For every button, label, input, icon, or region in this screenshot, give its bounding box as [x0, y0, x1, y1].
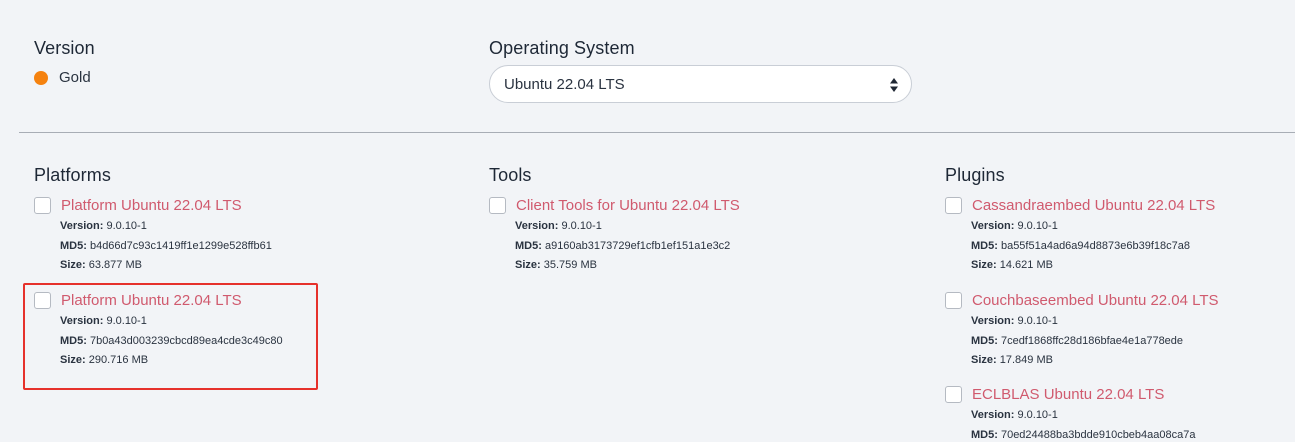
status-dot-icon: [34, 70, 48, 85]
package-title-link[interactable]: Cassandraembed Ubuntu 22.04 LTS: [972, 197, 1215, 214]
package-md5: MD5: b4d66d7c93c1419ff1e1299e528ffb61: [60, 239, 272, 252]
package-checkbox[interactable]: [489, 196, 506, 214]
downloads-page: Version Gold Operating System Ubuntu 22.…: [0, 0, 1295, 442]
package-title-link[interactable]: ECLBLAS Ubuntu 22.04 LTS: [972, 386, 1164, 403]
plugins-heading: Plugins: [945, 165, 1005, 185]
package-version: Version: 9.0.10-1: [971, 409, 1058, 421]
package-version: Version: 9.0.10-1: [971, 220, 1058, 232]
package-md5: MD5: 70ed24488ba3bdde910cbeb4aa08ca7a: [971, 428, 1196, 441]
package-md5: MD5: a9160ab3173729ef1cfb1ef151a1e3c2: [515, 239, 731, 252]
plugin-package: Couchbaseembed Ubuntu 22.04 LTS Version:…: [945, 290, 1219, 371]
os-selected-value: Ubuntu 22.04 LTS: [504, 75, 625, 93]
package-md5: MD5: 7cedf1868ffc28d186bfae4e1a778ede: [971, 334, 1184, 347]
version-heading: Version: [34, 38, 95, 58]
package-version: Version: 9.0.10-1: [515, 220, 602, 232]
package-title-link[interactable]: Platform Ubuntu 22.04 LTS: [61, 197, 242, 214]
package-title-link[interactable]: Client Tools for Ubuntu 22.04 LTS: [516, 197, 740, 214]
sort-arrows-icon: [890, 78, 898, 92]
package-title-link[interactable]: Couchbaseembed Ubuntu 22.04 LTS: [972, 292, 1219, 309]
package-version: Version: 9.0.10-1: [971, 315, 1058, 327]
section-divider: [19, 132, 1295, 133]
package-checkbox[interactable]: [945, 196, 962, 214]
plugin-package: ECLBLAS Ubuntu 22.04 LTS Version: 9.0.10…: [945, 384, 1195, 442]
version-value: Gold: [59, 69, 91, 86]
package-md5: MD5: ba55f51a4ad6a94d8873e6b39f18c7a8: [971, 239, 1190, 252]
highlight-annotation: [23, 283, 318, 390]
os-heading: Operating System: [489, 38, 635, 58]
platforms-heading: Platforms: [34, 165, 111, 185]
package-version: Version: 9.0.10-1: [60, 220, 147, 232]
package-size: Size: 17.849 MB: [971, 354, 1053, 366]
os-select[interactable]: Ubuntu 22.04 LTS: [489, 65, 912, 103]
package-size: Size: 14.621 MB: [971, 259, 1053, 271]
tools-heading: Tools: [489, 165, 532, 185]
plugin-package: Cassandraembed Ubuntu 22.04 LTS Version:…: [945, 195, 1215, 276]
package-checkbox[interactable]: [945, 291, 962, 309]
tool-package: Client Tools for Ubuntu 22.04 LTS Versio…: [489, 195, 740, 276]
version-indicator: Gold: [34, 69, 91, 86]
package-checkbox[interactable]: [945, 385, 962, 403]
platform-package: Platform Ubuntu 22.04 LTS Version: 9.0.1…: [34, 195, 272, 276]
package-size: Size: 63.877 MB: [60, 259, 142, 271]
package-checkbox[interactable]: [34, 196, 51, 214]
package-size: Size: 35.759 MB: [515, 259, 597, 271]
